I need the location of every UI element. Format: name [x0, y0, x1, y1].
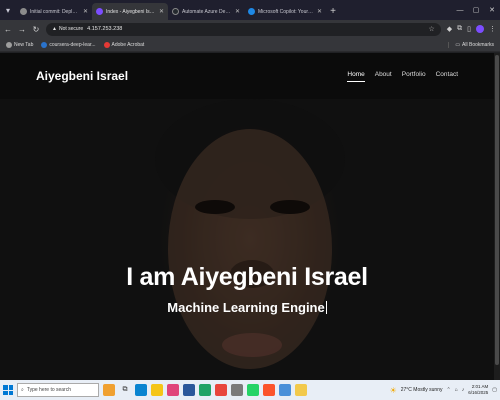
menu-kebab-icon[interactable]: ⋮: [489, 25, 496, 33]
edge-icon[interactable]: [135, 384, 147, 396]
folder-icon: ▭: [455, 41, 461, 48]
security-label: Not secure: [58, 26, 84, 32]
hero-portrait-image: [0, 99, 494, 380]
page-scrollbar[interactable]: [494, 53, 500, 380]
tray-chevron-icon[interactable]: ⌃: [447, 387, 451, 393]
tab-search-icon[interactable]: ▾: [0, 0, 16, 20]
window-controls: — ▢ ✕: [452, 0, 500, 20]
tab-title: Microsoft Copilot: Your AI com: [258, 8, 314, 15]
warning-icon: ▲: [52, 26, 57, 32]
nav-home[interactable]: Home: [347, 71, 365, 82]
address-bar[interactable]: ▲ Not secure 4.157.253.238 ☆: [46, 22, 441, 36]
search-icon: ⌕: [21, 387, 24, 393]
hero-subtitle: Machine Learning Engine: [0, 300, 494, 315]
page-viewport: Aiyegbeni Israel Home About Portfolio Co…: [0, 53, 500, 380]
clock[interactable]: 2:01 AM 6/16/2025: [468, 384, 488, 396]
tab-title: Automate Azure Deployment u: [182, 8, 232, 15]
github-favicon-icon: [172, 8, 179, 15]
reload-icon[interactable]: ↻: [32, 25, 40, 34]
typing-cursor: [325, 301, 327, 314]
bookmark-coursera[interactable]: coursera-deep-lear...: [41, 41, 96, 48]
notes-icon[interactable]: [295, 384, 307, 396]
brave-icon[interactable]: [263, 384, 275, 396]
close-tab-icon[interactable]: ✕: [159, 8, 164, 15]
nav-contact[interactable]: Contact: [436, 71, 458, 82]
tab-title: Initial commit: Deploy static sit: [30, 8, 80, 15]
whatsapp-icon[interactable]: [247, 384, 259, 396]
security-indicator[interactable]: ▲ Not secure: [52, 26, 83, 32]
bookmark-star-icon[interactable]: ☆: [428, 25, 434, 33]
all-bookmarks[interactable]: ▭ All Bookmarks: [448, 41, 494, 48]
screen: ▾ Initial commit: Deploy static sit ✕ In…: [0, 0, 500, 400]
bookmark-label: coursera-deep-lear...: [49, 41, 96, 48]
new-tab-button[interactable]: +: [326, 3, 340, 20]
nav-portfolio[interactable]: Portfolio: [402, 71, 426, 82]
tab-azure[interactable]: Automate Azure Deployment u ✕: [168, 3, 244, 20]
clock-date: 6/16/2025: [468, 390, 489, 395]
weather-icon: ☀: [389, 385, 397, 395]
bookmark-label: New Tab: [14, 41, 34, 48]
close-tab-icon[interactable]: ✕: [83, 8, 88, 15]
tab-initial-commit[interactable]: Initial commit: Deploy static sit ✕: [16, 3, 92, 20]
nav-links: Home About Portfolio Contact: [347, 71, 458, 82]
scrollbar-thumb[interactable]: [495, 55, 499, 365]
tab-copilot[interactable]: Microsoft Copilot: Your AI com ✕: [244, 3, 326, 20]
github-favicon-icon: [20, 8, 27, 15]
bookmarks-bar: New Tab coursera-deep-lear... Adobe Acro…: [0, 38, 500, 52]
app-icon[interactable]: [167, 384, 179, 396]
nav-about[interactable]: About: [375, 71, 392, 82]
site-brand[interactable]: Aiyegbeni Israel: [36, 69, 128, 83]
adobe-icon: [103, 41, 110, 48]
close-window-icon[interactable]: ✕: [484, 6, 500, 14]
site-navbar: Aiyegbeni Israel Home About Portfolio Co…: [0, 53, 494, 99]
windows-start-icon[interactable]: [3, 385, 13, 395]
vscode-icon[interactable]: [279, 384, 291, 396]
coursera-icon: [41, 41, 48, 48]
tab-title: Index - Aiyegbeni Israel - Portf: [106, 8, 156, 15]
widget-icon[interactable]: [103, 384, 115, 396]
close-tab-icon[interactable]: ✕: [317, 8, 322, 15]
file-explorer-icon[interactable]: [151, 384, 163, 396]
all-bookmarks-label: All Bookmarks: [462, 41, 494, 48]
globe-icon: [6, 41, 12, 48]
browser-toolbar: ← → ↻ ▲ Not secure 4.157.253.238 ☆ ◆ ⧉ ▯…: [0, 20, 500, 38]
weather-text[interactable]: 27°C Mostly sunny: [401, 387, 443, 393]
minimize-icon[interactable]: —: [452, 7, 468, 14]
bookmark-new-tab[interactable]: New Tab: [6, 41, 34, 48]
typed-text: Machine Learning Engine: [167, 300, 325, 315]
notifications-icon[interactable]: ▢: [492, 387, 497, 393]
forward-icon[interactable]: →: [18, 25, 26, 34]
volume-icon[interactable]: ♪: [462, 387, 465, 393]
taskbar-search-input[interactable]: ⌕ Type here to search: [17, 383, 99, 397]
bookmark-label: Adobe Acrobat: [111, 41, 145, 48]
search-placeholder: Type here to search: [26, 387, 72, 393]
task-view-icon[interactable]: ⧉: [119, 384, 131, 396]
word-icon[interactable]: [183, 384, 195, 396]
tab-portfolio[interactable]: Index - Aiyegbeni Israel - Portf ✕: [92, 3, 168, 20]
bookmark-adobe[interactable]: Adobe Acrobat: [103, 41, 145, 48]
toolbar-actions: ◆ ⧉ ▯ ⋮: [447, 25, 496, 33]
hero-title: I am Aiyegbeni Israel: [126, 263, 368, 291]
excel-icon[interactable]: [199, 384, 211, 396]
settings-icon[interactable]: [231, 384, 243, 396]
profile-avatar[interactable]: [476, 25, 484, 33]
network-icon[interactable]: ⌂: [455, 387, 458, 393]
back-icon[interactable]: ←: [4, 25, 12, 34]
chrome-icon[interactable]: [215, 384, 227, 396]
extension-icon[interactable]: ◆: [447, 25, 452, 33]
close-tab-icon[interactable]: ✕: [235, 8, 240, 15]
url-text: 4.157.253.238: [87, 26, 123, 32]
copilot-favicon-icon: [248, 8, 255, 15]
sidebar-icon[interactable]: ▯: [467, 25, 471, 33]
tab-strip: ▾ Initial commit: Deploy static sit ✕ In…: [0, 0, 500, 20]
maximize-icon[interactable]: ▢: [468, 6, 484, 14]
windows-taskbar: ⌕ Type here to search ⧉ ☀ 27°C Mostly su…: [0, 380, 500, 400]
system-tray: ☀ 27°C Mostly sunny ⌃ ⌂ ♪ 2:01 AM 6/16/2…: [390, 384, 497, 396]
portfolio-favicon-icon: [96, 8, 103, 15]
extensions-puzzle-icon[interactable]: ⧉: [457, 25, 462, 33]
hero-section: I am Aiyegbeni Israel Machine Learning E…: [0, 99, 494, 380]
